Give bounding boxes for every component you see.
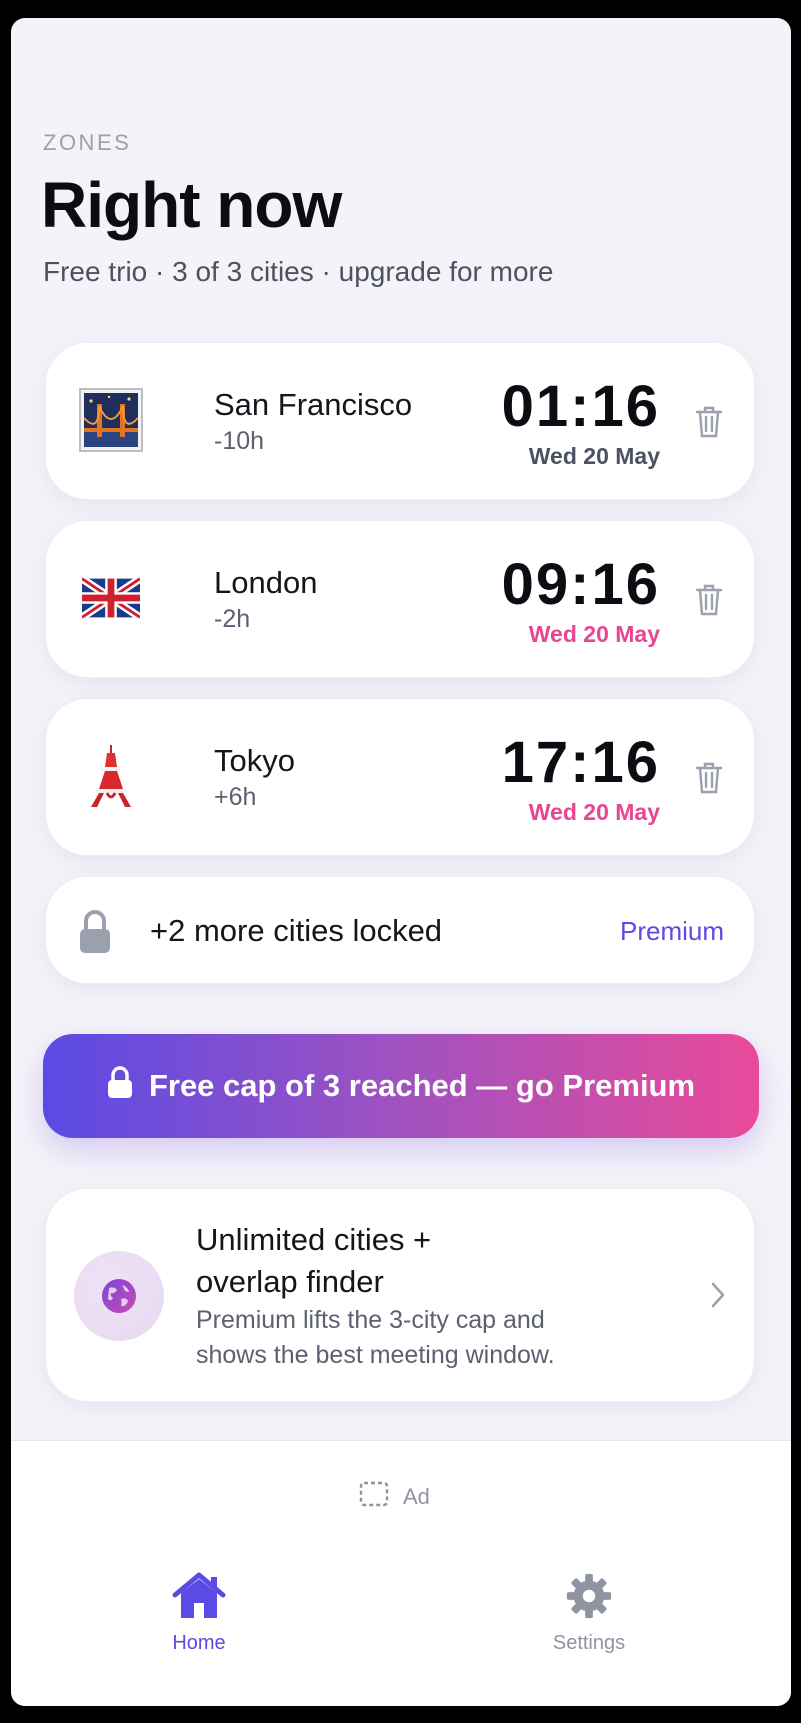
locked-cities-row[interactable]: +2 more cities locked Premium: [45, 876, 755, 984]
city-time: 09:16: [501, 552, 660, 617]
lock-icon: [107, 1065, 133, 1107]
city-card-london[interactable]: London -2h 09:16 Wed 20 May: [45, 520, 755, 678]
city-card-san-francisco[interactable]: San Francisco -10h 01:16 Wed 20 May: [45, 342, 755, 500]
home-icon: [139, 1571, 259, 1626]
premium-promo-card[interactable]: Unlimited cities + overlap finder Premiu…: [45, 1188, 755, 1402]
city-name: San Francisco: [214, 387, 413, 422]
ad-frame-icon: [359, 1481, 389, 1513]
ad-placeholder[interactable]: Ad: [359, 1481, 430, 1513]
globe-icon: [74, 1251, 164, 1341]
promo-desc-line: Premium lifts the 3-city cap and: [196, 1306, 545, 1334]
city-time: 01:16: [501, 374, 660, 439]
section-eyebrow: ZONES: [43, 130, 132, 155]
promo-title-line: overlap finder: [196, 1264, 384, 1299]
city-date: Wed 20 May: [528, 621, 660, 647]
tokyo-tower-icon: [76, 741, 146, 811]
locked-cities-text: +2 more cities locked: [150, 913, 443, 948]
tab-settings-label: Settings: [552, 1632, 626, 1654]
trash-icon[interactable]: [694, 761, 724, 795]
promo-title-line: Unlimited cities +: [196, 1222, 432, 1257]
city-card-tokyo[interactable]: Tokyo +6h 17:16 Wed 20 May: [45, 698, 755, 856]
lock-icon: [78, 909, 112, 960]
go-premium-button[interactable]: Free cap of 3 reached — go Premium: [43, 1034, 759, 1138]
page-subtitle: Free trio · 3 of 3 cities · upgrade for …: [43, 256, 554, 287]
promo-description: Premium lifts the 3-city cap and shows t…: [196, 1303, 555, 1373]
ad-label: Ad: [403, 1484, 430, 1509]
premium-link[interactable]: Premium: [620, 916, 724, 947]
city-offset: +6h: [214, 783, 257, 811]
city-time: 17:16: [501, 730, 660, 795]
gear-icon: [529, 1571, 649, 1626]
go-premium-label: Free cap of 3 reached — go Premium: [148, 1068, 696, 1103]
city-date: Wed 20 May: [528, 443, 660, 469]
trash-icon[interactable]: [694, 583, 724, 617]
trash-icon[interactable]: [694, 405, 724, 439]
city-offset: -10h: [214, 427, 265, 455]
tab-home[interactable]: Home: [139, 1571, 259, 1655]
chevron-right-icon: [710, 1281, 726, 1314]
tab-home-label: Home: [172, 1632, 226, 1654]
city-name: Tokyo: [214, 743, 295, 778]
uk-flag-icon: [76, 563, 146, 633]
golden-gate-bridge-icon: [76, 385, 146, 455]
promo-desc-line: shows the best meeting window.: [196, 1341, 555, 1369]
promo-title: Unlimited cities + overlap finder: [196, 1219, 431, 1303]
tab-settings[interactable]: Settings: [529, 1571, 649, 1655]
city-offset: -2h: [214, 605, 251, 633]
city-name: London: [214, 565, 318, 600]
page-title: Right now: [41, 169, 342, 241]
app-screen: ZONES Right now Free trio · 3 of 3 citie…: [11, 18, 791, 1706]
city-date: Wed 20 May: [528, 799, 660, 825]
bottom-bar: Ad Home Settings: [11, 1440, 791, 1706]
